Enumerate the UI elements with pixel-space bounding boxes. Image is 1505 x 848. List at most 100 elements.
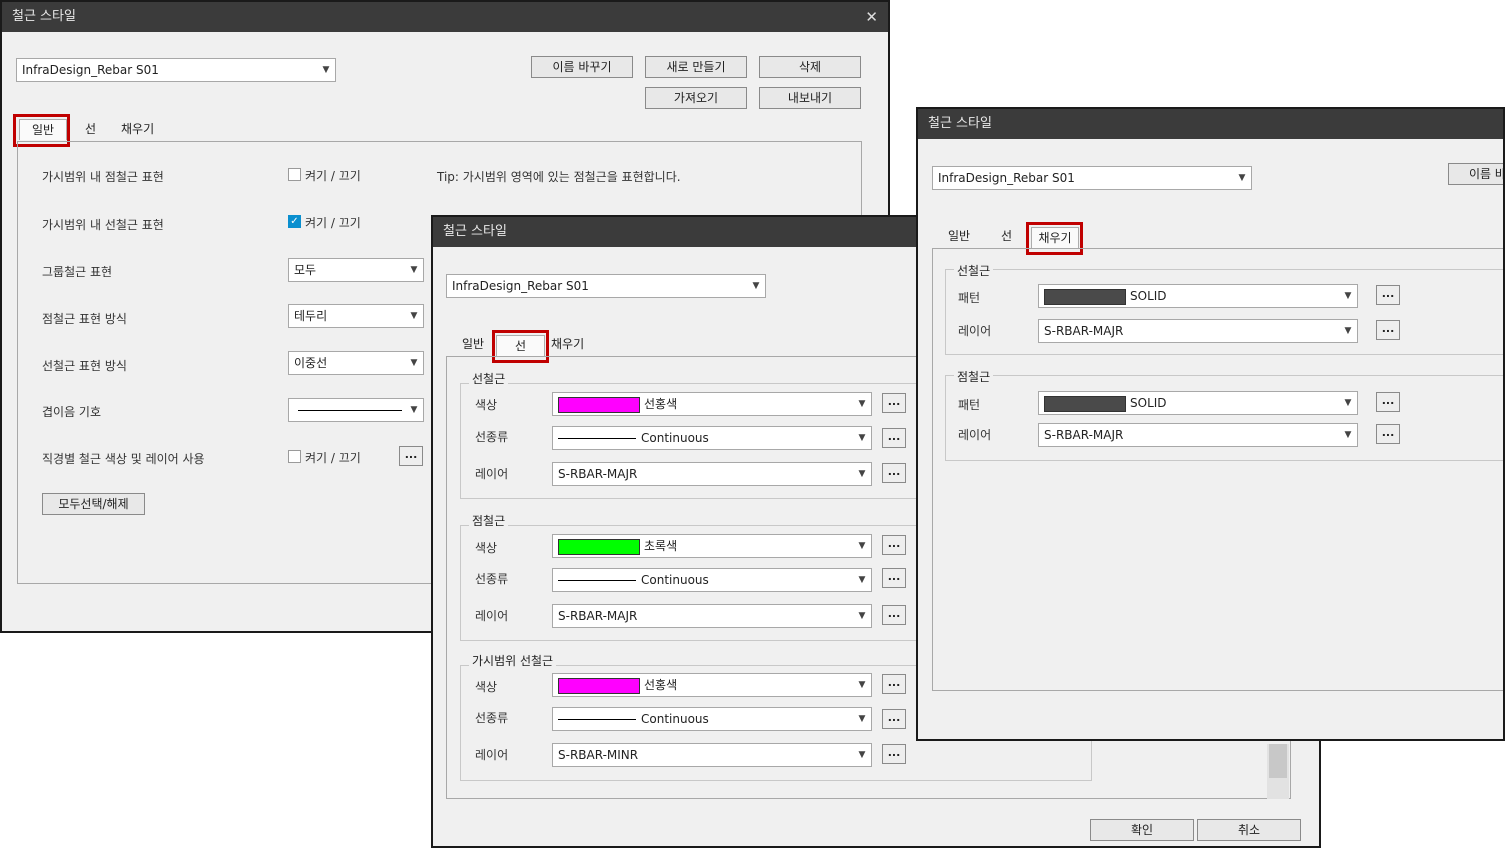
tab-general[interactable]: 일반 bbox=[948, 226, 970, 246]
tip-text: Tip: 가시범위 영역에 있는 점철근을 표현합니다. bbox=[437, 170, 681, 184]
point-rebar-linetype-value: Continuous bbox=[641, 573, 709, 587]
point-style-combo[interactable]: 테두리 ▼ bbox=[288, 304, 424, 328]
chevron-down-icon: ▼ bbox=[410, 311, 418, 321]
visible-line-rebar-color-swatch bbox=[558, 677, 640, 694]
visible-line-rebar-layer-more-button[interactable]: ... bbox=[882, 744, 906, 764]
line-rebar-layer-value: S-RBAR-MAJR bbox=[558, 467, 638, 481]
cancel-button[interactable]: 취소 bbox=[1197, 819, 1301, 841]
title-bar: 철근 스타일 bbox=[918, 109, 1503, 139]
fill-point-rebar-pattern-value: SOLID bbox=[1130, 396, 1167, 410]
fill-point-rebar-group bbox=[945, 375, 1503, 461]
visible-line-rebar-layer-combo[interactable]: S-RBAR-MINR ▼ bbox=[552, 743, 872, 767]
chevron-down-icon: ▼ bbox=[858, 750, 866, 760]
line-rebar-linetype-combo[interactable]: Continuous ▼ bbox=[552, 426, 872, 450]
fill-point-rebar-pattern-combo[interactable]: SOLID ▼ bbox=[1038, 391, 1358, 415]
scrollbar-thumb[interactable] bbox=[1269, 744, 1287, 778]
point-rebar-linetype-label: 선종류 bbox=[475, 572, 509, 586]
fill-point-rebar-pattern-label: 패턴 bbox=[958, 398, 981, 412]
line-rebar-layer-more-button[interactable]: ... bbox=[882, 463, 906, 483]
fill-point-rebar-layer-combo[interactable]: S-RBAR-MAJR ▼ bbox=[1038, 423, 1358, 447]
style-name-combo[interactable]: InfraDesign_Rebar S01 ▼ bbox=[16, 58, 336, 82]
export-button[interactable]: 내보내기 bbox=[759, 87, 861, 109]
tab-general[interactable]: 일반 bbox=[462, 334, 484, 354]
import-button[interactable]: 가져오기 bbox=[645, 87, 747, 109]
visible-line-rebar-color-more-button[interactable]: ... bbox=[882, 674, 906, 694]
visible-line-rebar-color-label: 색상 bbox=[475, 680, 498, 694]
point-rebar-toggle-label: 켜기 / 끄기 bbox=[305, 169, 361, 183]
point-rebar-checkbox[interactable] bbox=[288, 168, 301, 181]
point-rebar-color-value: 초록색 bbox=[644, 539, 678, 553]
tab-fill[interactable]: 채우기 bbox=[121, 119, 154, 139]
row-label-group-rebar: 그룹철근 표현 bbox=[42, 265, 113, 279]
line-rebar-linetype-more-button[interactable]: ... bbox=[882, 428, 906, 448]
visible-line-rebar-linetype-more-button[interactable]: ... bbox=[882, 709, 906, 729]
row-label-point-rebar: 가시범위 내 점철근 표현 bbox=[42, 170, 164, 184]
row-label-diameter-color: 직경별 철근 색상 및 레이어 사용 bbox=[42, 452, 205, 466]
tab-line[interactable]: 선 bbox=[1001, 226, 1012, 246]
point-rebar-linetype-more-button[interactable]: ... bbox=[882, 568, 906, 588]
group-rebar-combo[interactable]: 모두 ▼ bbox=[288, 258, 424, 282]
fill-line-rebar-pattern-more-button[interactable]: ... bbox=[1376, 285, 1400, 305]
delete-button[interactable]: 삭제 bbox=[759, 56, 861, 78]
row-label-line-rebar: 가시범위 내 선철근 표현 bbox=[42, 218, 164, 232]
line-rebar-linetype-sample bbox=[558, 438, 636, 439]
fill-point-rebar-pattern-swatch bbox=[1044, 395, 1126, 412]
chevron-down-icon: ▼ bbox=[1238, 173, 1246, 183]
rename-button[interactable]: 이름 바 bbox=[1448, 163, 1503, 185]
point-rebar-group-title: 점철근 bbox=[469, 512, 509, 529]
tab-fill[interactable]: 채우기 bbox=[551, 334, 584, 354]
style-name-combo[interactable]: InfraDesign_Rebar S01 ▼ bbox=[446, 274, 766, 298]
visible-line-rebar-layer-value: S-RBAR-MINR bbox=[558, 748, 639, 762]
point-rebar-color-swatch bbox=[558, 538, 640, 555]
line-rebar-color-value: 선홍색 bbox=[644, 397, 678, 411]
chevron-down-icon: ▼ bbox=[1344, 291, 1352, 301]
lap-symbol-combo[interactable]: ▼ bbox=[288, 398, 424, 422]
fill-line-rebar-layer-combo[interactable]: S-RBAR-MAJR ▼ bbox=[1038, 319, 1358, 343]
chevron-down-icon: ▼ bbox=[858, 680, 866, 690]
line-rebar-color-combo[interactable]: 선홍색 ▼ bbox=[552, 392, 872, 416]
point-rebar-color-more-button[interactable]: ... bbox=[882, 535, 906, 555]
line-style-combo[interactable]: 이중선 ▼ bbox=[288, 351, 424, 375]
point-rebar-linetype-sample bbox=[558, 580, 636, 581]
line-rebar-layer-label: 레이어 bbox=[475, 467, 509, 481]
point-rebar-linetype-combo[interactable]: Continuous ▼ bbox=[552, 568, 872, 592]
fill-line-rebar-layer-more-button[interactable]: ... bbox=[1376, 320, 1400, 340]
new-button[interactable]: 새로 만들기 bbox=[645, 56, 747, 78]
line-rebar-checkbox[interactable]: ✓ bbox=[288, 215, 301, 228]
fill-point-rebar-pattern-more-button[interactable]: ... bbox=[1376, 392, 1400, 412]
point-rebar-layer-label: 레이어 bbox=[475, 609, 509, 623]
select-all-button[interactable]: 모두선택/해제 bbox=[42, 493, 145, 515]
point-rebar-layer-value: S-RBAR-MAJR bbox=[558, 609, 638, 623]
close-icon[interactable]: ✕ bbox=[865, 2, 878, 32]
point-style-value: 테두리 bbox=[294, 309, 328, 323]
visible-line-rebar-linetype-combo[interactable]: Continuous ▼ bbox=[552, 707, 872, 731]
fill-line-rebar-pattern-value: SOLID bbox=[1130, 289, 1167, 303]
dialog-title: 철근 스타일 bbox=[928, 116, 992, 131]
fill-point-rebar-layer-more-button[interactable]: ... bbox=[1376, 424, 1400, 444]
ok-button[interactable]: 확인 bbox=[1090, 819, 1194, 841]
line-rebar-layer-combo[interactable]: S-RBAR-MAJR ▼ bbox=[552, 462, 872, 486]
tab-line[interactable]: 선 bbox=[85, 119, 96, 139]
row-label-point-style: 점철근 표현 방식 bbox=[42, 312, 127, 326]
fill-line-rebar-pattern-swatch bbox=[1044, 288, 1126, 305]
diameter-color-checkbox[interactable] bbox=[288, 450, 301, 463]
visible-line-rebar-color-combo[interactable]: 선홍색 ▼ bbox=[552, 673, 872, 697]
chevron-down-icon: ▼ bbox=[858, 433, 866, 443]
visible-line-rebar-layer-label: 레이어 bbox=[475, 748, 509, 762]
visible-line-rebar-linetype-sample bbox=[558, 719, 636, 720]
dialog-title: 철근 스타일 bbox=[12, 9, 76, 24]
visible-line-rebar-linetype-label: 선종류 bbox=[475, 711, 509, 725]
point-rebar-layer-more-button[interactable]: ... bbox=[882, 605, 906, 625]
line-rebar-color-more-button[interactable]: ... bbox=[882, 393, 906, 413]
rename-button[interactable]: 이름 바꾸기 bbox=[531, 56, 633, 78]
diameter-color-more-button[interactable]: ... bbox=[399, 446, 423, 466]
chevron-down-icon: ▼ bbox=[1344, 326, 1352, 336]
point-rebar-color-combo[interactable]: 초록색 ▼ bbox=[552, 534, 872, 558]
point-rebar-color-label: 색상 bbox=[475, 541, 498, 555]
chevron-down-icon: ▼ bbox=[1344, 398, 1352, 408]
point-rebar-layer-combo[interactable]: S-RBAR-MAJR ▼ bbox=[552, 604, 872, 628]
fill-line-rebar-pattern-combo[interactable]: SOLID ▼ bbox=[1038, 284, 1358, 308]
panel-scrollbar[interactable] bbox=[1267, 744, 1289, 799]
title-bar: 철근 스타일 ✕ bbox=[2, 2, 888, 32]
style-name-combo[interactable]: InfraDesign_Rebar S01 ▼ bbox=[932, 166, 1252, 190]
